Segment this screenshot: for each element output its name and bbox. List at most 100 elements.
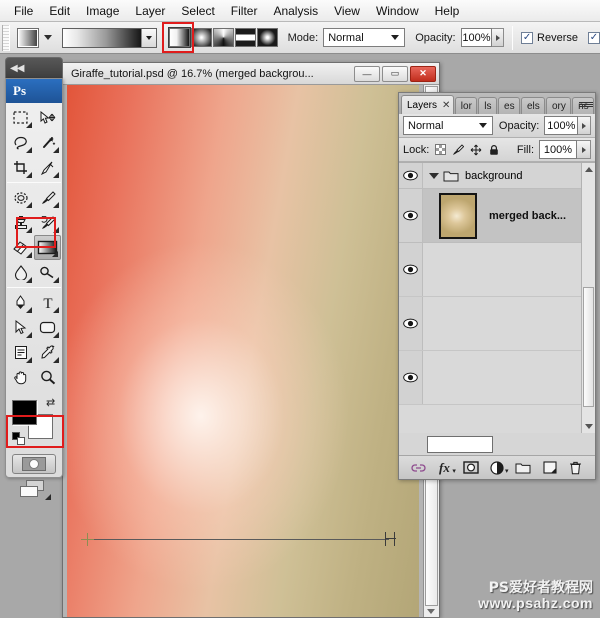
layer-visibility-toggle[interactable] (399, 297, 423, 350)
menu-item-view[interactable]: View (326, 2, 368, 20)
table-row[interactable]: background (399, 163, 595, 189)
lock-transparency-icon[interactable] (435, 144, 447, 155)
link-layers-button[interactable] (410, 459, 427, 476)
marquee-tool[interactable] (7, 105, 34, 130)
tab-color[interactable]: lor (454, 97, 478, 114)
angle-gradient-button[interactable] (212, 28, 234, 47)
layers-panel-scrollbar[interactable] (581, 163, 595, 433)
layer-style-button[interactable]: fx ▾ (436, 459, 456, 476)
reflected-gradient-button[interactable] (234, 28, 256, 47)
layers-list[interactable]: background merged back... (399, 162, 595, 433)
layer-visibility-toggle[interactable] (399, 163, 423, 188)
menu-item-window[interactable]: Window (368, 2, 427, 20)
layer-opacity-input[interactable]: 100% (544, 116, 579, 135)
layer-blend-mode-select[interactable]: Normal (403, 116, 493, 135)
hand-tool[interactable] (7, 365, 34, 390)
eyedropper-tool[interactable] (34, 340, 61, 365)
layer-name-input[interactable] (427, 436, 493, 453)
zoom-tool[interactable] (34, 365, 61, 390)
new-layer-button[interactable] (541, 459, 558, 476)
menu-item-file[interactable]: File (6, 2, 41, 20)
new-group-button[interactable] (515, 459, 532, 476)
layer-visibility-toggle[interactable] (399, 351, 423, 404)
change-screen-mode-button[interactable] (19, 480, 51, 500)
dither-checkbox[interactable]: ✓ (587, 31, 600, 44)
scroll-up-arrow-icon[interactable] (585, 167, 593, 172)
eraser-tool[interactable] (7, 235, 34, 260)
options-bar-grip[interactable] (2, 24, 10, 51)
crop-tool[interactable] (7, 155, 34, 180)
menu-item-layer[interactable]: Layer (127, 2, 173, 20)
scrollbar-thumb[interactable] (583, 287, 594, 407)
radial-gradient-button[interactable] (190, 28, 212, 47)
gradient-tool[interactable] (34, 235, 61, 260)
tab-layers[interactable]: Layers ✕ (401, 95, 454, 114)
scroll-down-arrow-icon[interactable] (585, 424, 593, 429)
canvas-area[interactable] (63, 85, 439, 617)
layer-opacity-stepper[interactable] (578, 116, 592, 135)
reverse-checkbox-group[interactable]: ✓ Reverse (521, 31, 578, 44)
minimize-button[interactable]: — (354, 65, 380, 82)
close-button[interactable]: ✕ (410, 65, 436, 82)
lock-all-icon[interactable] (488, 144, 500, 156)
gradient-swatch-icon[interactable] (16, 27, 39, 48)
foreground-color-swatch[interactable] (12, 400, 37, 425)
adjustment-layer-button[interactable]: ▾ (488, 459, 508, 476)
default-colors-icon[interactable] (12, 432, 25, 445)
lasso-tool[interactable] (7, 130, 34, 155)
clone-stamp-tool[interactable] (7, 210, 34, 235)
gradient-tool-preset-chevron-down-icon[interactable] (43, 35, 52, 40)
tab-channels[interactable]: ls (478, 97, 498, 114)
list-item[interactable] (399, 351, 595, 405)
linear-gradient-button[interactable] (168, 28, 190, 47)
opacity-input[interactable]: 100% (460, 28, 493, 47)
type-tool[interactable]: T (34, 290, 61, 315)
tab-history[interactable]: ory (546, 97, 572, 114)
table-row[interactable]: merged back... (399, 189, 595, 243)
chevron-down-icon[interactable] (429, 172, 439, 179)
shape-tool[interactable] (34, 315, 61, 340)
swap-colors-icon[interactable]: ⇄ (46, 396, 55, 409)
delete-layer-button[interactable] (567, 459, 584, 476)
panel-menu-icon[interactable] (579, 97, 593, 111)
slice-tool[interactable] (34, 155, 61, 180)
dodge-tool[interactable] (34, 260, 61, 285)
menu-item-edit[interactable]: Edit (41, 2, 78, 20)
layer-visibility-toggle[interactable] (399, 243, 423, 296)
lock-image-pixels-icon[interactable] (452, 143, 465, 156)
opacity-stepper[interactable] (492, 28, 505, 47)
restore-button[interactable]: ▭ (382, 65, 408, 82)
menu-item-select[interactable]: Select (173, 2, 222, 20)
list-item[interactable] (399, 297, 595, 351)
lock-position-icon[interactable] (470, 144, 482, 156)
layer-thumbnail[interactable] (439, 192, 477, 239)
gradient-preset-chevron-down-icon[interactable] (140, 28, 156, 47)
scroll-down-arrow-icon[interactable] (427, 609, 435, 614)
move-tool[interactable] (34, 105, 61, 130)
tab-levels[interactable]: els (520, 97, 545, 114)
list-item[interactable] (399, 243, 595, 297)
tab-styles[interactable]: es (498, 97, 520, 114)
notes-tool[interactable] (7, 340, 34, 365)
toolbar-header[interactable]: ◀◀ (5, 57, 63, 78)
fill-input[interactable]: 100% (539, 140, 577, 159)
layer-mask-button[interactable] (462, 459, 479, 476)
reverse-checkbox[interactable]: ✓ (521, 31, 534, 44)
pen-tool[interactable] (7, 290, 34, 315)
image-canvas[interactable] (67, 85, 419, 617)
healing-brush-tool[interactable] (7, 185, 34, 210)
brush-tool[interactable] (34, 185, 61, 210)
magic-wand-tool[interactable] (34, 130, 61, 155)
menu-item-help[interactable]: Help (427, 2, 468, 20)
layer-visibility-toggle[interactable] (399, 189, 423, 242)
diamond-gradient-button[interactable] (256, 28, 278, 47)
blur-tool[interactable] (7, 260, 34, 285)
menu-item-image[interactable]: Image (78, 2, 127, 20)
collapse-panel-icon[interactable]: ◀◀ (10, 63, 24, 74)
gradient-preset-picker[interactable] (61, 27, 157, 48)
close-icon[interactable]: ✕ (442, 100, 450, 111)
edit-in-quick-mask-mode-button[interactable] (12, 454, 56, 474)
fill-stepper[interactable] (577, 140, 591, 159)
blend-mode-select[interactable]: Normal (323, 28, 406, 47)
document-title-bar[interactable]: Giraffe_tutorial.psd @ 16.7% (merged bac… (63, 63, 439, 85)
